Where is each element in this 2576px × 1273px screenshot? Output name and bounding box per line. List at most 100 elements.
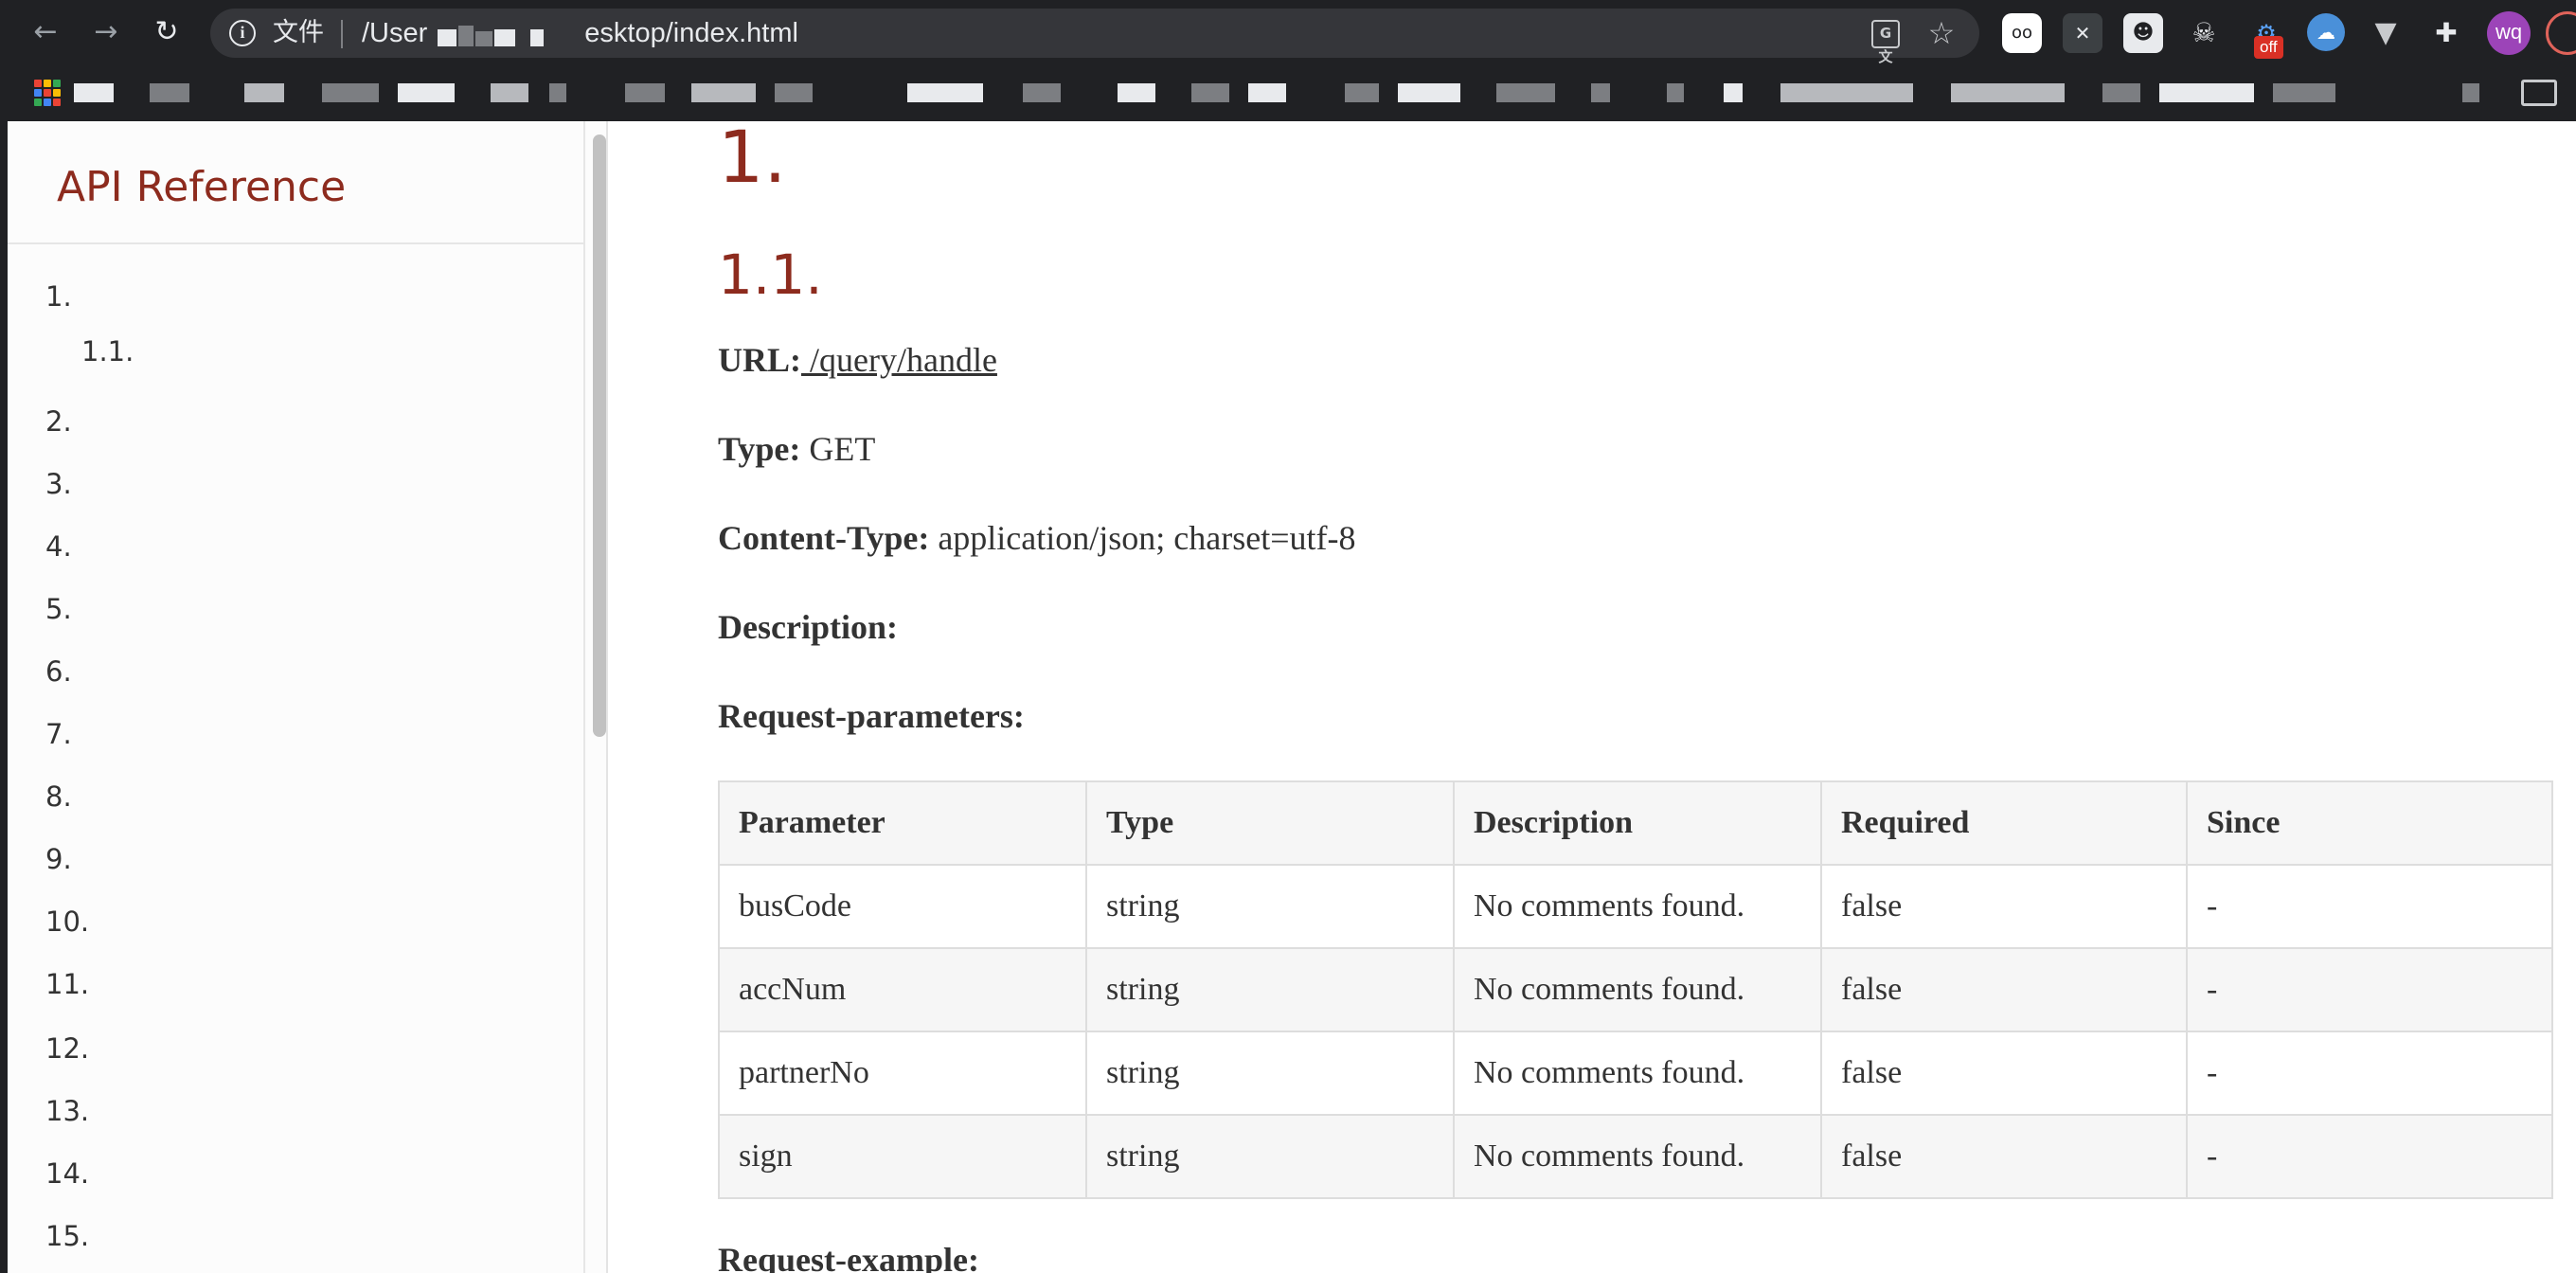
table-cell: string <box>1085 947 1455 1032</box>
request-parameters-label: Request-parameters: <box>718 697 1025 735</box>
info-icon[interactable]: i <box>229 20 256 46</box>
bookmark-item[interactable] <box>691 83 756 102</box>
table-cell: false <box>1820 947 2188 1032</box>
bookmark-item[interactable] <box>1591 83 1610 102</box>
toc-item-12[interactable]: 12. <box>45 1032 89 1065</box>
redaction-block <box>438 29 456 46</box>
table-cell: partnerNo <box>718 1031 1087 1116</box>
bookmark-item[interactable] <box>74 83 114 102</box>
table-cell: No comments found. <box>1453 947 1822 1032</box>
toc-item-1-1[interactable]: 1.1. <box>81 335 134 368</box>
address-bar[interactable]: i 文件 /User esktop/index.html G文 ☆ <box>210 9 1979 65</box>
extension-mask-icon[interactable]: ☻ <box>2123 13 2163 53</box>
bookmark-item[interactable] <box>2102 83 2140 102</box>
redaction-block <box>475 31 492 46</box>
bookmark-item[interactable] <box>1345 83 1379 102</box>
bookmark-item[interactable] <box>1724 83 1743 102</box>
sidebar: API Reference 1. 1.1. 2. 3. 4. 5. 6. 7. … <box>0 121 608 1273</box>
bookmark-item[interactable] <box>1023 83 1061 102</box>
column-header: Since <box>2186 780 2553 866</box>
bookmark-item[interactable] <box>2159 83 2254 102</box>
scheme-label: 文件 <box>273 18 324 47</box>
table-cell: false <box>1820 1031 2188 1116</box>
bookmarks-bar <box>0 66 2576 121</box>
toc-item-11[interactable]: 11. <box>45 968 89 1000</box>
other-bookmarks-folder-icon[interactable] <box>2521 80 2557 106</box>
table-cell: string <box>1085 1031 1455 1116</box>
bookmark-item[interactable] <box>549 83 566 102</box>
toc-item-2[interactable]: 2. <box>45 405 72 438</box>
content-type-label: Content-Type: <box>718 519 930 557</box>
main-content: 1. 1.1. URL: /query/handle Type: GET Con… <box>608 121 2576 1273</box>
bookmark-item[interactable] <box>1780 83 1913 102</box>
toc-item-1[interactable]: 1. <box>45 280 72 313</box>
table-row: busCode string No comments found. false … <box>718 864 2553 949</box>
sidebar-scrollbar-thumb[interactable] <box>593 134 606 737</box>
toc-item-8[interactable]: 8. <box>45 780 72 813</box>
bookmark-item[interactable] <box>1191 83 1229 102</box>
bookmark-item[interactable] <box>322 83 379 102</box>
profile-button-edge[interactable] <box>2546 11 2576 55</box>
forward-arrow-icon[interactable]: → <box>87 13 125 51</box>
toc-item-15[interactable]: 15. <box>45 1220 89 1252</box>
bookmark-item[interactable] <box>1118 83 1155 102</box>
description-label: Description: <box>718 608 898 646</box>
toc-item-7[interactable]: 7. <box>45 718 72 750</box>
apps-grid-icon[interactable] <box>34 80 61 106</box>
puzzle-icon[interactable]: ✚ <box>2426 13 2466 53</box>
table-row: sign string No comments found. false - <box>718 1114 2553 1199</box>
bookmark-item[interactable] <box>1398 83 1460 102</box>
bookmark-item[interactable] <box>775 83 813 102</box>
toc-item-4[interactable]: 4. <box>45 530 72 563</box>
bookmark-item[interactable] <box>1667 83 1684 102</box>
bookmark-item[interactable] <box>491 83 528 102</box>
browser-toolbar: ← → ↻ i 文件 /User esktop/index.html G文 ☆ o… <box>0 0 2576 66</box>
bookmark-item[interactable] <box>2273 83 2335 102</box>
sidebar-title[interactable]: API Reference <box>57 163 346 211</box>
extension-face-icon[interactable]: ☠ <box>2184 13 2224 53</box>
extension-glasses-icon[interactable]: oo <box>2002 13 2042 53</box>
bookmark-item[interactable] <box>625 83 665 102</box>
translate-icon[interactable]: G文 <box>1871 20 1900 65</box>
back-arrow-icon[interactable]: ← <box>27 13 64 51</box>
toc-item-13[interactable]: 13. <box>45 1095 89 1127</box>
content-type-field: Content-Type: application/json; charset=… <box>718 517 1356 559</box>
table-cell: - <box>2186 947 2553 1032</box>
toc-item-9[interactable]: 9. <box>45 843 72 875</box>
bookmark-item[interactable] <box>1951 83 2065 102</box>
address-separator <box>341 20 343 48</box>
profile-avatar[interactable]: wq <box>2487 11 2531 55</box>
bookmark-item[interactable] <box>150 83 189 102</box>
content-type-value: application/json; charset=utf-8 <box>938 519 1356 557</box>
table-cell: - <box>2186 1031 2553 1116</box>
sidebar-divider <box>8 242 583 244</box>
toc-item-3[interactable]: 3. <box>45 468 72 500</box>
bookmark-item[interactable] <box>1248 83 1286 102</box>
extension-x-icon[interactable]: ✕ <box>2063 13 2102 53</box>
reload-icon[interactable]: ↻ <box>148 13 186 51</box>
toc-item-10[interactable]: 10. <box>45 905 89 938</box>
bookmark-item[interactable] <box>2462 83 2479 102</box>
column-header: Required <box>1820 780 2188 866</box>
column-header: Type <box>1085 780 1455 866</box>
description-field: Description: <box>718 606 898 648</box>
table-cell: string <box>1085 864 1455 949</box>
star-icon[interactable]: ☆ <box>1923 14 1960 52</box>
toc-item-14[interactable]: 14. <box>45 1157 89 1190</box>
extension-cloud-icon[interactable]: ☁ <box>2307 13 2345 51</box>
url-link[interactable]: /query/handle <box>801 341 997 379</box>
request-parameters-field: Request-parameters: <box>718 695 1025 737</box>
bookmark-item[interactable] <box>907 83 983 102</box>
bookmark-item[interactable] <box>1496 83 1555 102</box>
toc-item-6[interactable]: 6. <box>45 655 72 688</box>
type-field: Type: GET <box>718 428 875 470</box>
bookmark-item[interactable] <box>244 83 284 102</box>
table-cell: - <box>2186 1114 2553 1199</box>
url-text[interactable]: /User esktop/index.html <box>362 17 798 49</box>
extension-vue-icon[interactable]: ▼ <box>2366 13 2406 53</box>
table-row: partnerNo string No comments found. fals… <box>718 1031 2553 1116</box>
url-suffix: esktop/index.html <box>584 18 798 48</box>
table-header-row: Parameter Type Description Required Sinc… <box>718 780 2553 866</box>
bookmark-item[interactable] <box>398 83 455 102</box>
toc-item-5[interactable]: 5. <box>45 593 72 625</box>
